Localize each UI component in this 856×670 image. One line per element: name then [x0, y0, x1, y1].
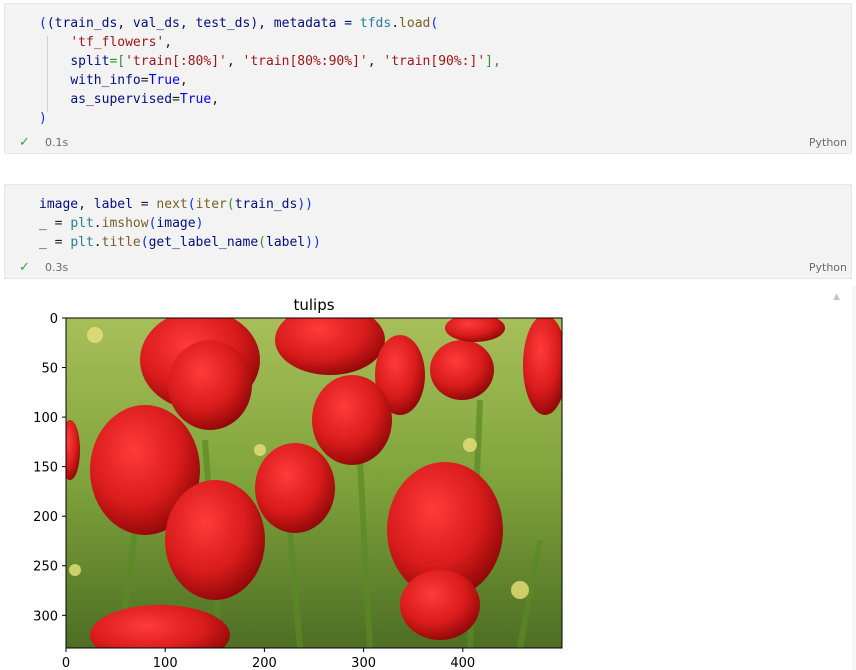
check-icon: ✓ — [19, 135, 30, 150]
code-token: _ — [39, 235, 47, 250]
code-token: = — [46, 216, 71, 231]
code-token: plt — [70, 216, 94, 231]
code-token: _ — [39, 216, 47, 231]
check-icon: ✓ — [19, 260, 30, 275]
language-selector[interactable]: Python — [809, 261, 847, 274]
code-cell-1[interactable]: ((train_ds, val_ds, test_ds), metadata =… — [4, 3, 852, 154]
y-tick-label: 0 — [50, 312, 58, 327]
code-token: ( — [39, 16, 47, 31]
code-token: ( — [226, 197, 235, 212]
code-token: . — [93, 216, 102, 231]
y-tick-label: 250 — [33, 560, 58, 575]
scroll-up-arrow-icon[interactable]: ▲ — [833, 292, 840, 302]
execution-time: 0.3s — [45, 261, 69, 274]
code-token: next — [156, 197, 188, 212]
y-tick-label: 300 — [33, 609, 58, 624]
x-tick-label: 0 — [62, 656, 70, 670]
code-token: with_info — [70, 73, 141, 88]
code-token: imshow — [101, 216, 149, 231]
code-token: ( — [258, 235, 266, 250]
code-token: . — [93, 235, 102, 250]
code-token: )) — [305, 235, 321, 250]
cell-status-bar: ✓ 0.1s Python — [5, 133, 851, 153]
code-token: ) — [195, 216, 204, 231]
y-tick-label: 200 — [33, 510, 58, 525]
code-token: label — [266, 235, 306, 250]
x-tick-label: 100 — [153, 656, 178, 670]
code-token: = — [46, 235, 71, 250]
code-token: , — [78, 197, 94, 212]
code-token: train_ds — [234, 197, 298, 212]
x-tick-label: 400 — [450, 656, 475, 670]
code-token: . — [391, 16, 400, 31]
code-token: tfds — [359, 16, 392, 31]
code-token: True — [179, 92, 212, 107]
code-token: 'train[:80%]' — [125, 54, 227, 69]
code-token: image — [156, 216, 196, 231]
code-token: 'tf_flowers' — [70, 35, 165, 50]
code-editor[interactable]: ((train_ds, val_ds, test_ds), metadata =… — [39, 14, 501, 128]
code-token: , — [367, 54, 384, 69]
y-axis: 0 50 100 150 200 250 300 — [33, 312, 66, 624]
code-token: = — [132, 197, 157, 212]
code-token: as_supervised — [70, 92, 173, 107]
x-tick-label: 300 — [351, 656, 376, 670]
code-editor[interactable]: image, label = next(iter(train_ds)) _ = … — [39, 195, 321, 252]
code-token: title — [101, 235, 141, 250]
output-scrollbar[interactable] — [852, 286, 856, 670]
code-token: )) — [297, 197, 313, 212]
code-token: ( — [140, 235, 149, 250]
code-token: , — [164, 35, 173, 50]
y-tick-label: 100 — [33, 411, 58, 426]
x-tick-label: 200 — [252, 656, 277, 670]
code-token: iter — [195, 197, 227, 212]
tulips-image — [66, 318, 562, 648]
code-token: image — [39, 197, 79, 212]
code-cell-2[interactable]: image, label = next(iter(train_ds)) _ = … — [4, 184, 852, 279]
code-token: 'train[80%:90%]' — [242, 54, 368, 69]
execution-time: 0.1s — [45, 136, 69, 149]
code-token: True — [148, 73, 180, 88]
x-axis: 0 100 200 300 400 — [62, 648, 475, 670]
code-token: split — [70, 54, 110, 69]
code-token: 'train[90%:]' — [383, 54, 486, 69]
code-token: , — [226, 54, 243, 69]
code-token: , — [211, 92, 220, 107]
code-token: =[ — [109, 54, 126, 69]
plot-title: tulips — [293, 296, 334, 314]
code-token: = — [140, 73, 149, 88]
code-token: (train_ds, val_ds, test_ds), metadata = — [46, 16, 360, 31]
code-token: ], — [485, 54, 501, 69]
code-token: ( — [430, 16, 439, 31]
code-token: ( — [187, 197, 196, 212]
y-tick-label: 50 — [41, 362, 58, 377]
output-plot: tulips 050100150200250300 0 100 200 300 … — [33, 296, 563, 670]
code-token: get_label_name — [148, 235, 259, 250]
code-token: label — [93, 197, 133, 212]
code-token: ) — [39, 111, 47, 126]
code-token: plt — [70, 235, 94, 250]
code-token: , — [179, 73, 188, 88]
y-tick-label: 150 — [33, 461, 58, 476]
code-token: = — [172, 92, 180, 107]
cell-status-bar: ✓ 0.3s Python — [5, 258, 851, 278]
code-token: load — [399, 16, 431, 31]
language-selector[interactable]: Python — [809, 136, 847, 149]
